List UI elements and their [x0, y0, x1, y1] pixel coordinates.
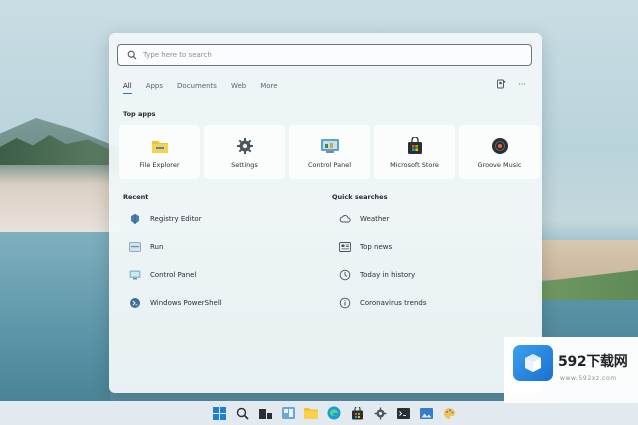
site-watermark: 592下载网 www.592xz.com — [504, 337, 638, 403]
more-options-icon[interactable]: ··· — [518, 80, 526, 89]
recent-item-label: Run — [150, 243, 164, 251]
tab-documents[interactable]: Documents — [177, 82, 217, 90]
app-label: Groove Music — [477, 160, 522, 169]
quick-search-today-in-history[interactable]: Today in history — [331, 261, 531, 289]
quick-search-weather[interactable]: Weather — [331, 205, 531, 233]
quick-searches-heading: Quick searches — [332, 193, 388, 201]
tab-all[interactable]: All — [123, 82, 132, 94]
powershell-icon — [129, 297, 141, 309]
app-tile-file-explorer[interactable]: File Explorer — [119, 125, 200, 179]
search-box[interactable] — [117, 44, 532, 66]
watermark-title: 592下载网 — [558, 354, 628, 370]
search-icon[interactable] — [234, 405, 250, 421]
app-tile-microsoft-store[interactable]: Microsoft Store — [374, 125, 455, 179]
wallpaper-water-left — [0, 232, 110, 402]
quick-search-top-news[interactable]: Top news — [331, 233, 531, 261]
filter-tabs: All Apps Documents Web More — [123, 82, 292, 94]
search-input[interactable] — [143, 51, 531, 59]
account-icon[interactable] — [496, 79, 506, 89]
app-tile-settings[interactable]: Settings — [204, 125, 285, 179]
recent-item-control-panel[interactable]: Control Panel — [121, 261, 311, 289]
control-panel-icon — [129, 269, 141, 281]
cmd-icon[interactable] — [395, 405, 411, 421]
wallpaper-hill — [0, 118, 120, 232]
app-label: Control Panel — [307, 160, 352, 169]
task-view-icon[interactable] — [257, 405, 273, 421]
run-icon — [129, 241, 141, 253]
taskbar — [0, 401, 638, 425]
search-panel: All Apps Documents Web More ··· Top apps… — [109, 33, 542, 393]
store-icon[interactable] — [349, 405, 365, 421]
file-explorer-icon[interactable] — [303, 405, 319, 421]
store-icon — [405, 136, 425, 156]
edge-icon[interactable] — [326, 405, 342, 421]
quick-search-label: Weather — [360, 215, 390, 223]
weather-icon — [339, 213, 351, 225]
recent-item-registry-editor[interactable]: Registry Editor — [121, 205, 311, 233]
tab-more[interactable]: More — [260, 82, 277, 90]
quick-search-coronavirus-trends[interactable]: Coronavirus trends — [331, 289, 531, 317]
settings-icon[interactable] — [372, 405, 388, 421]
recent-item-label: Registry Editor — [150, 215, 202, 223]
news-icon — [339, 241, 351, 253]
quick-searches-list: Weather Top news Today in history Corona… — [331, 205, 531, 317]
tab-web[interactable]: Web — [231, 82, 246, 90]
search-icon — [125, 48, 139, 62]
top-apps: File Explorer Settings Control Panel Mic… — [119, 125, 540, 179]
app-label: Microsoft Store — [390, 160, 439, 169]
gear-icon — [235, 136, 255, 156]
panel-tools: ··· — [496, 79, 526, 89]
paint-icon[interactable] — [441, 405, 457, 421]
info-icon — [339, 297, 351, 309]
clock-icon — [339, 269, 351, 281]
registry-icon — [129, 213, 141, 225]
recent-heading: Recent — [123, 193, 149, 201]
photos-icon[interactable] — [418, 405, 434, 421]
watermark-url: www.592xz.com — [560, 375, 617, 382]
app-tile-control-panel[interactable]: Control Panel — [289, 125, 370, 179]
widgets-icon[interactable] — [280, 405, 296, 421]
quick-search-label: Today in history — [360, 271, 416, 279]
app-label: Settings — [231, 160, 258, 169]
control-panel-icon — [320, 136, 340, 156]
app-tile-groove-music[interactable]: Groove Music — [459, 125, 540, 179]
quick-search-label: Top news — [360, 243, 393, 251]
recent-item-label: Windows PowerShell — [150, 299, 222, 307]
top-apps-heading: Top apps — [123, 110, 156, 118]
music-icon — [490, 136, 510, 156]
windows-logo-icon[interactable] — [211, 405, 227, 421]
app-label: File Explorer — [139, 160, 180, 169]
recent-item-label: Control Panel — [150, 271, 197, 279]
recent-list: Registry Editor Run Control Panel Window… — [121, 205, 311, 317]
quick-search-label: Coronavirus trends — [360, 299, 427, 307]
taskbar-icons — [211, 405, 457, 421]
box-logo-icon — [513, 345, 553, 381]
tab-apps[interactable]: Apps — [146, 82, 163, 90]
folder-icon — [150, 136, 170, 156]
recent-item-run[interactable]: Run — [121, 233, 311, 261]
recent-item-windows-powershell[interactable]: Windows PowerShell — [121, 289, 311, 317]
